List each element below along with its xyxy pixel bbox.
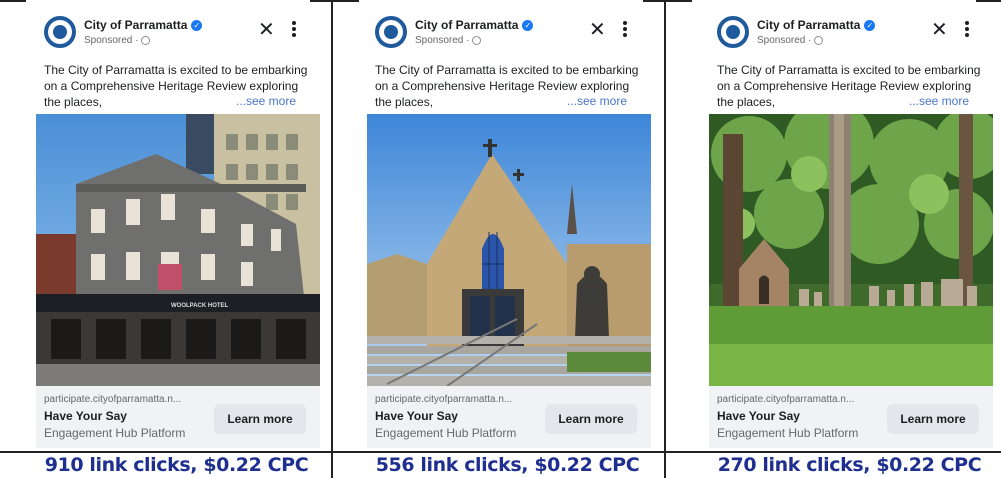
heritage-church-photo bbox=[367, 114, 651, 386]
ad-header: City of Parramatta ✓ Sponsored · ✕ bbox=[36, 6, 320, 56]
page-name[interactable]: City of Parramatta bbox=[757, 18, 860, 32]
page-name[interactable]: City of Parramatta bbox=[415, 18, 518, 32]
ad-footer: participate.cityofparramatta.n... Have Y… bbox=[709, 386, 993, 448]
close-icon[interactable]: ✕ bbox=[931, 20, 948, 40]
ad-image[interactable] bbox=[709, 114, 993, 386]
ad-column-1: City of Parramatta ✓ Sponsored · ✕ The C… bbox=[10, 0, 343, 478]
ad-result-stat: 910 link clicks, $0.22 CPC bbox=[44, 454, 309, 476]
heritage-hotel-photo: WOOLPACK HOTEL bbox=[36, 114, 320, 386]
see-more-link[interactable]: ...see more bbox=[909, 94, 969, 108]
close-icon[interactable]: ✕ bbox=[258, 20, 275, 40]
sponsored-label: Sponsored · bbox=[757, 35, 812, 46]
learn-more-button[interactable]: Learn more bbox=[545, 404, 637, 434]
learn-more-button[interactable]: Learn more bbox=[214, 404, 306, 434]
ad-card: City of Parramatta ✓ Sponsored · ✕ The C… bbox=[36, 6, 320, 448]
ad-result-stat: 556 link clicks, $0.22 CPC bbox=[375, 454, 640, 476]
verified-badge-icon: ✓ bbox=[522, 19, 534, 31]
ad-headline[interactable]: Have Your Say bbox=[375, 409, 458, 423]
more-options-icon[interactable] bbox=[964, 18, 970, 40]
ad-description: Engagement Hub Platform bbox=[44, 426, 186, 440]
ad-description: Engagement Hub Platform bbox=[717, 426, 859, 440]
city-crest-icon[interactable] bbox=[375, 16, 407, 48]
heritage-cemetery-photo bbox=[709, 114, 993, 386]
hotel-sign: WOOLPACK HOTEL bbox=[171, 303, 229, 309]
verified-badge-icon: ✓ bbox=[191, 19, 203, 31]
ad-card: City of Parramatta ✓ Sponsored · ✕ The C… bbox=[709, 6, 993, 448]
verified-badge-icon: ✓ bbox=[864, 19, 876, 31]
ad-result-stat: 270 link clicks, $0.22 CPC bbox=[717, 454, 982, 476]
ad-domain[interactable]: participate.cityofparramatta.n... bbox=[717, 394, 854, 405]
more-options-icon[interactable] bbox=[622, 18, 628, 40]
ad-image[interactable]: WOOLPACK HOTEL bbox=[36, 114, 320, 386]
ad-footer: participate.cityofparramatta.n... Have Y… bbox=[367, 386, 651, 448]
ad-domain[interactable]: participate.cityofparramatta.n... bbox=[375, 394, 512, 405]
ad-description: Engagement Hub Platform bbox=[375, 426, 517, 440]
ad-headline[interactable]: Have Your Say bbox=[44, 409, 127, 423]
ad-domain[interactable]: participate.cityofparramatta.n... bbox=[44, 394, 181, 405]
ad-header: City of Parramatta ✓ Sponsored · ✕ bbox=[709, 6, 993, 56]
city-crest-icon[interactable] bbox=[717, 16, 749, 48]
city-crest-icon[interactable] bbox=[44, 16, 76, 48]
more-options-icon[interactable] bbox=[291, 18, 297, 40]
globe-icon bbox=[472, 36, 482, 45]
ad-footer: participate.cityofparramatta.n... Have Y… bbox=[36, 386, 320, 448]
sponsored-label: Sponsored · bbox=[415, 35, 470, 46]
ad-column-2: City of Parramatta ✓ Sponsored · ✕ The C… bbox=[341, 0, 674, 478]
ad-image[interactable] bbox=[367, 114, 651, 386]
sponsored-label: Sponsored · bbox=[84, 35, 139, 46]
page-name[interactable]: City of Parramatta bbox=[84, 18, 187, 32]
globe-icon bbox=[814, 36, 824, 45]
ad-header: City of Parramatta ✓ Sponsored · ✕ bbox=[367, 6, 651, 56]
see-more-link[interactable]: ...see more bbox=[236, 94, 296, 108]
ad-column-3: City of Parramatta ✓ Sponsored · ✕ The C… bbox=[683, 0, 1001, 478]
see-more-link[interactable]: ...see more bbox=[567, 94, 627, 108]
close-icon[interactable]: ✕ bbox=[589, 20, 606, 40]
globe-icon bbox=[141, 36, 151, 45]
learn-more-button[interactable]: Learn more bbox=[887, 404, 979, 434]
ad-headline[interactable]: Have Your Say bbox=[717, 409, 800, 423]
ad-card: City of Parramatta ✓ Sponsored · ✕ The C… bbox=[367, 6, 651, 448]
